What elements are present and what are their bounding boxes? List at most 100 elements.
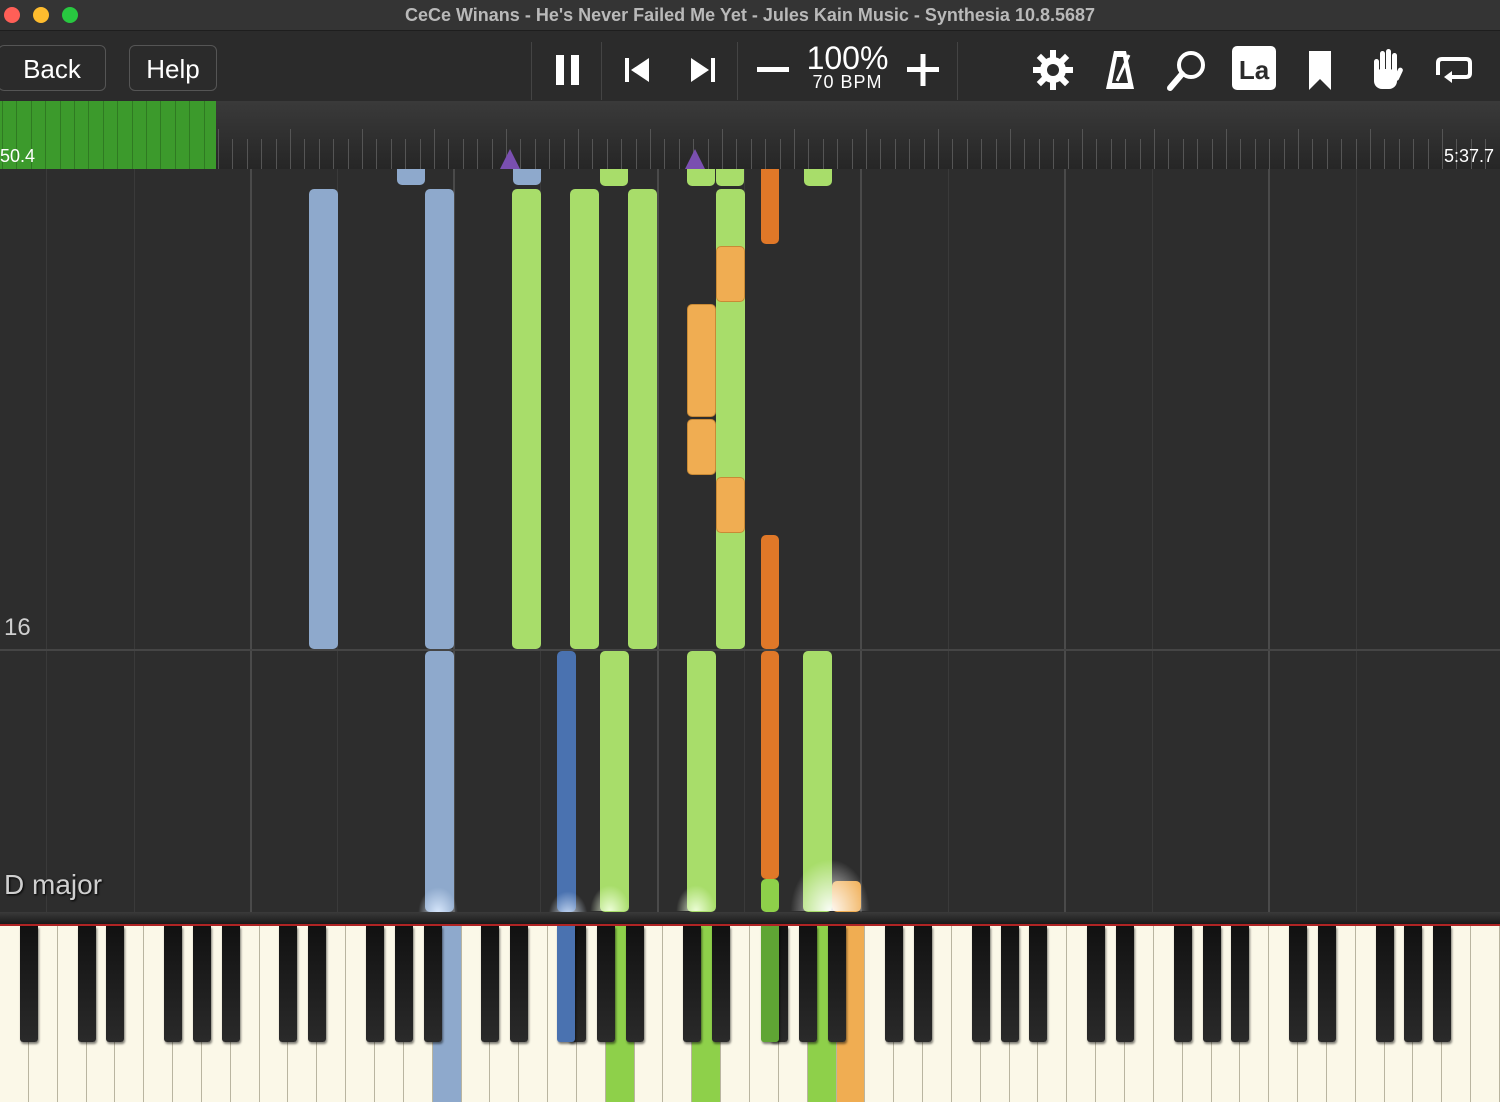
timeline-tick <box>448 139 450 169</box>
la-labels-text: La <box>1238 55 1270 85</box>
timeline-tick <box>1110 139 1112 169</box>
lane-line <box>1152 169 1153 912</box>
black-key[interactable] <box>366 926 384 1042</box>
help-button[interactable]: Help <box>129 45 217 91</box>
black-key[interactable] <box>106 926 125 1042</box>
black-key[interactable] <box>798 926 817 1042</box>
timeline-tick <box>621 139 623 169</box>
black-key[interactable] <box>279 926 298 1042</box>
bookmark-icon[interactable] <box>1295 45 1345 95</box>
window-title: CeCe Winans - He's Never Failed Me Yet -… <box>404 5 1096 25</box>
bookmark-marker[interactable] <box>685 149 705 169</box>
black-key[interactable] <box>77 926 96 1042</box>
black-key[interactable] <box>1317 926 1336 1042</box>
black-key[interactable] <box>1202 926 1221 1042</box>
black-key[interactable] <box>164 926 183 1042</box>
note <box>716 246 745 302</box>
black-key[interactable] <box>19 926 38 1042</box>
magnifier-icon[interactable] <box>1162 45 1212 95</box>
bookmark-marker[interactable] <box>500 149 520 169</box>
song-timeline[interactable]: 50.4 5:37.7 <box>0 101 1500 169</box>
minus-icon[interactable] <box>748 45 798 95</box>
black-key[interactable] <box>510 926 529 1042</box>
black-key[interactable] <box>1404 926 1423 1042</box>
hit-spark <box>676 885 716 911</box>
black-key[interactable] <box>914 926 933 1042</box>
timeline-tick <box>1283 139 1285 169</box>
toolbar: Back Help La 100% 70 BPM <box>0 31 1500 101</box>
black-key[interactable] <box>1375 926 1394 1042</box>
hand-icon[interactable] <box>1361 45 1411 95</box>
black-key[interactable] <box>308 926 327 1042</box>
black-key[interactable] <box>1433 926 1452 1042</box>
note <box>687 304 716 417</box>
back-button[interactable]: Back <box>0 45 106 91</box>
black-key[interactable] <box>596 926 615 1042</box>
metronome-icon[interactable] <box>1095 45 1145 95</box>
timeline-tick <box>318 139 320 169</box>
lane-line <box>250 169 252 912</box>
timeline-tick <box>1442 129 1443 169</box>
black-key[interactable] <box>423 926 442 1042</box>
timeline-tick <box>534 139 536 169</box>
timeline-tick <box>909 139 911 169</box>
timeline-tick <box>707 139 709 169</box>
timeline-tick <box>405 139 407 169</box>
white-key[interactable] <box>1471 926 1500 1102</box>
timeline-tick <box>232 139 234 169</box>
timeline-tick <box>390 139 392 169</box>
black-key[interactable] <box>1029 926 1048 1042</box>
timeline-tick <box>88 101 90 169</box>
black-key[interactable] <box>683 926 702 1042</box>
skip-forward-icon[interactable] <box>678 45 728 95</box>
timeline-tick <box>131 101 133 169</box>
lane-line <box>657 169 659 912</box>
note <box>570 189 599 649</box>
black-key[interactable] <box>712 926 731 1042</box>
skip-back-icon[interactable] <box>612 45 662 95</box>
timeline-tick <box>606 139 608 169</box>
black-key[interactable] <box>827 926 846 1042</box>
black-key[interactable] <box>1116 926 1134 1042</box>
timeline-tick <box>117 101 119 169</box>
black-key[interactable] <box>885 926 904 1042</box>
black-key[interactable] <box>625 926 644 1042</box>
timeline-tick <box>1398 139 1400 169</box>
timeline-tick <box>981 139 983 169</box>
timeline-tick <box>246 139 248 169</box>
plus-icon[interactable] <box>898 45 948 95</box>
timeline-tick <box>837 139 839 169</box>
timeline-tick <box>549 139 551 169</box>
timeline-tick <box>563 139 565 169</box>
piano-keyboard[interactable] <box>0 926 1500 1102</box>
piano-roll: 16 D major <box>0 169 1500 912</box>
total-time: 5:37.7 <box>1443 146 1494 166</box>
black-key[interactable] <box>971 926 990 1042</box>
timeline-tick <box>520 139 522 169</box>
timeline-tick <box>678 139 680 169</box>
timeline-tick <box>1024 139 1026 169</box>
black-key[interactable] <box>481 926 500 1042</box>
pause-icon[interactable] <box>543 45 593 95</box>
timeline-tick <box>1010 129 1011 169</box>
timeline-tick <box>74 101 75 169</box>
black-key[interactable] <box>394 926 413 1042</box>
black-key[interactable] <box>221 926 240 1042</box>
gear-icon[interactable] <box>1028 45 1078 95</box>
black-key[interactable] <box>1173 926 1192 1042</box>
timeline-tick <box>1384 139 1386 169</box>
timeline-tick <box>1240 139 1242 169</box>
black-key[interactable] <box>1289 926 1308 1042</box>
timeline-tick <box>1298 129 1299 169</box>
black-key[interactable] <box>1000 926 1019 1042</box>
black-key[interactable] <box>192 926 211 1042</box>
timeline-tick <box>174 101 176 169</box>
timeline-tick <box>1427 139 1429 169</box>
loop-icon[interactable] <box>1428 45 1478 95</box>
black-key[interactable] <box>1231 926 1250 1042</box>
black-key[interactable] <box>1087 926 1106 1042</box>
timeline-tick <box>1096 139 1098 169</box>
timeline-tick <box>362 129 363 169</box>
hit-spark <box>418 887 458 912</box>
toolbar-divider <box>601 42 602 100</box>
